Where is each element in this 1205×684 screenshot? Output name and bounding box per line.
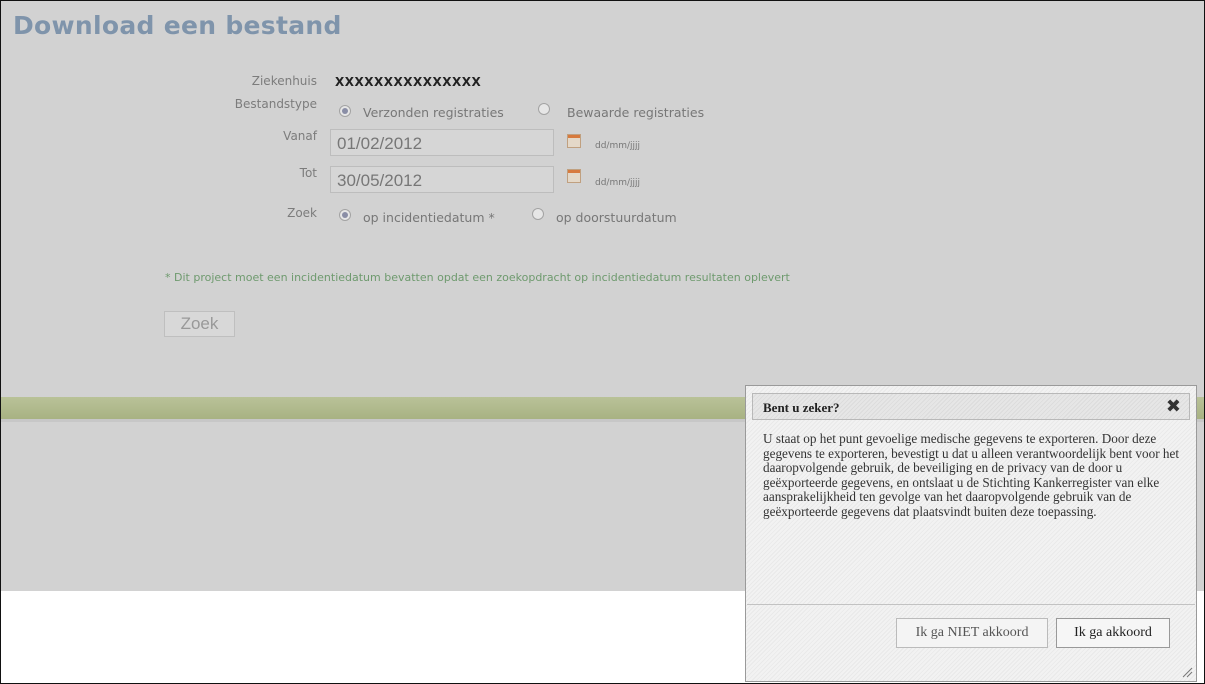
accept-button[interactable]: Ik ga akkoord xyxy=(1056,618,1170,648)
option-doorstuurdatum[interactable]: op doorstuurdatum xyxy=(556,210,677,225)
vanaf-date-input[interactable]: 01/02/2012 xyxy=(330,129,554,156)
confirm-dialog: Bent u zeker? ✖ U staat op het punt gevo… xyxy=(745,385,1197,682)
dialog-titlebar[interactable]: Bent u zeker? ✖ xyxy=(752,393,1190,420)
option-verzonden[interactable]: Verzonden registraties xyxy=(363,105,504,120)
label-tot: Tot xyxy=(299,166,317,180)
label-vanaf: Vanaf xyxy=(283,129,317,143)
radio-bewaarde[interactable] xyxy=(538,103,550,115)
vanaf-format-hint: dd/mm/jjjj xyxy=(595,141,641,151)
tot-date-input[interactable]: 30/05/2012 xyxy=(330,166,554,193)
incidentiedatum-note: * Dit project moet een incidentiedatum b… xyxy=(165,271,790,284)
calendar-icon[interactable] xyxy=(567,169,581,183)
option-incidentiedatum[interactable]: op incidentiedatum * xyxy=(363,210,495,225)
radio-incidentiedatum[interactable] xyxy=(339,209,351,221)
page-title: Download een bestand xyxy=(13,11,342,40)
close-icon[interactable]: ✖ xyxy=(1166,396,1181,417)
label-ziekenhuis: Ziekenhuis xyxy=(251,74,317,88)
zoek-button[interactable]: Zoek xyxy=(164,311,235,337)
option-bewaarde[interactable]: Bewaarde registraties xyxy=(567,105,704,120)
dialog-divider xyxy=(747,604,1195,605)
dialog-title: Bent u zeker? xyxy=(763,400,840,415)
resize-grip-icon[interactable] xyxy=(1181,666,1193,678)
label-zoek: Zoek xyxy=(287,206,317,220)
tot-format-hint: dd/mm/jjjj xyxy=(595,178,641,188)
label-bestandstype: Bestandstype xyxy=(234,97,317,111)
calendar-icon[interactable] xyxy=(567,134,581,148)
ziekenhuis-value: XXXXXXXXXXXXXXX xyxy=(335,75,482,89)
radio-doorstuurdatum[interactable] xyxy=(532,208,544,220)
decline-button[interactable]: Ik ga NIET akkoord xyxy=(896,618,1048,648)
dialog-message: U staat op het punt gevoelige medische g… xyxy=(763,431,1179,519)
radio-verzonden[interactable] xyxy=(339,105,351,117)
